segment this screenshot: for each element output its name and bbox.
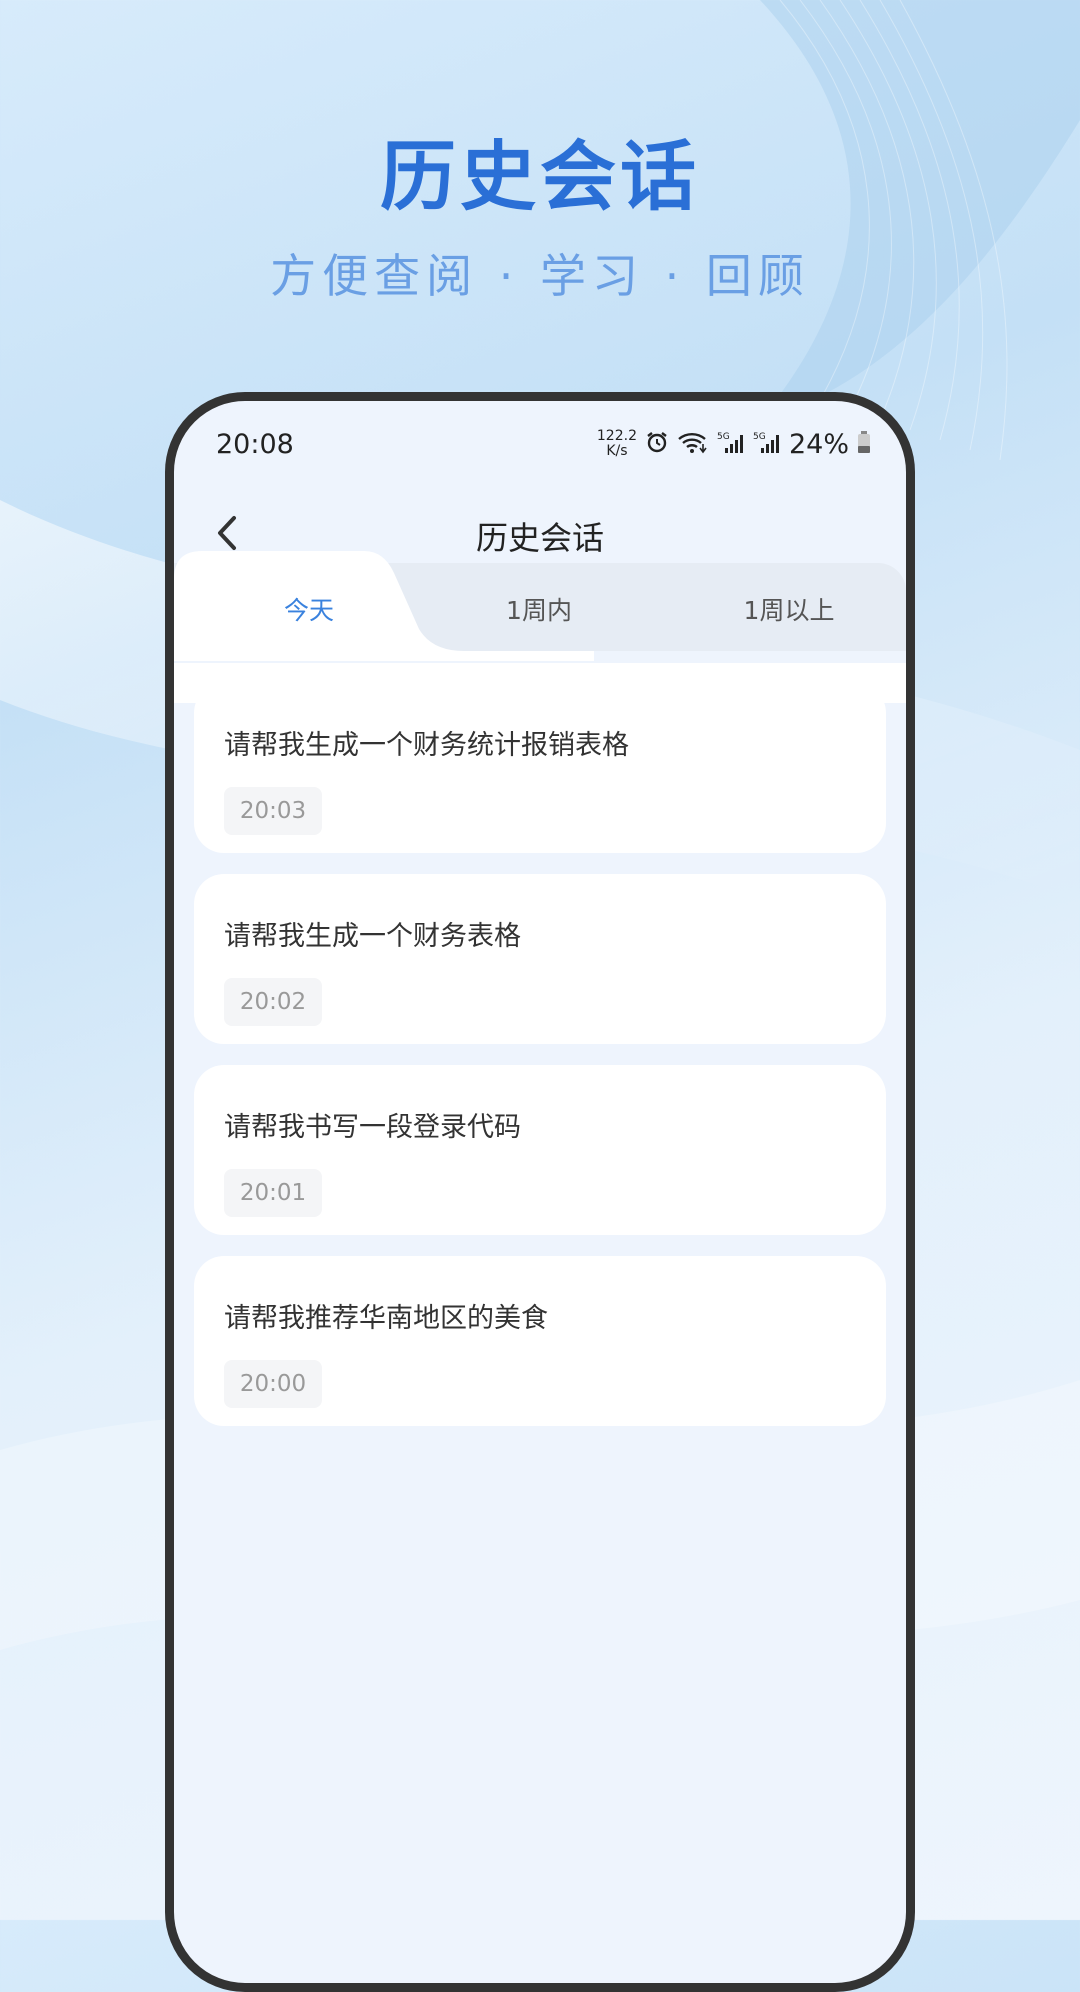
conversation-time: 20:00 [224,1360,322,1408]
conversation-title: 请帮我推荐华南地区的美食 [224,1303,548,1334]
conversation-item[interactable]: 请帮我书写一段登录代码 20:01 [194,1065,886,1235]
conversation-item[interactable]: 请帮我生成一个财务统计报销表格 20:03 [194,683,886,853]
tab-over-week[interactable]: 1周以上 [694,591,884,627]
conversation-list: 请帮我生成一个财务统计报销表格 20:03 请帮我生成一个财务表格 20:02 … [194,683,886,1447]
conversation-time: 20:01 [224,1169,322,1217]
conversation-time: 20:03 [224,787,322,835]
wifi-icon [677,430,709,458]
network-speed-value: 122.2 [596,428,637,444]
status-bar: 20:08 122.2 K/s 5G 5G 24% [174,401,906,481]
battery-percent: 24% [788,428,849,460]
phone-frame: 20:08 122.2 K/s 5G 5G 24% 历史会话 今天 1周内 1周… [165,392,915,1992]
conversation-item[interactable]: 请帮我生成一个财务表格 20:02 [194,874,886,1044]
alarm-icon [645,430,669,458]
tab-bar: 今天 1周内 1周以上 [174,551,906,671]
svg-text:5G: 5G [753,432,766,442]
signal-5g-icon: 5G [717,430,745,458]
tab-within-week[interactable]: 1周内 [444,591,634,627]
promo-title: 历史会话 [380,132,700,221]
promo-subtitle: 方便查阅 · 学习 · 回顾 [270,249,810,303]
network-speed: 122.2 K/s [597,429,637,459]
conversation-item[interactable]: 请帮我推荐华南地区的美食 20:00 [194,1256,886,1426]
network-speed-unit: K/s [606,443,628,459]
status-time: 20:08 [216,428,294,460]
conversation-title: 请帮我生成一个财务表格 [224,921,521,952]
conversation-title: 请帮我书写一段登录代码 [224,1112,521,1143]
svg-text:5G: 5G [717,432,730,442]
battery-icon [857,430,871,458]
status-icons: 122.2 K/s 5G 5G 24% [597,429,871,460]
signal-5g-icon: 5G [753,430,781,458]
conversation-time: 20:02 [224,978,322,1026]
tab-today[interactable]: 今天 [214,591,404,627]
conversation-title: 请帮我生成一个财务统计报销表格 [224,730,629,761]
